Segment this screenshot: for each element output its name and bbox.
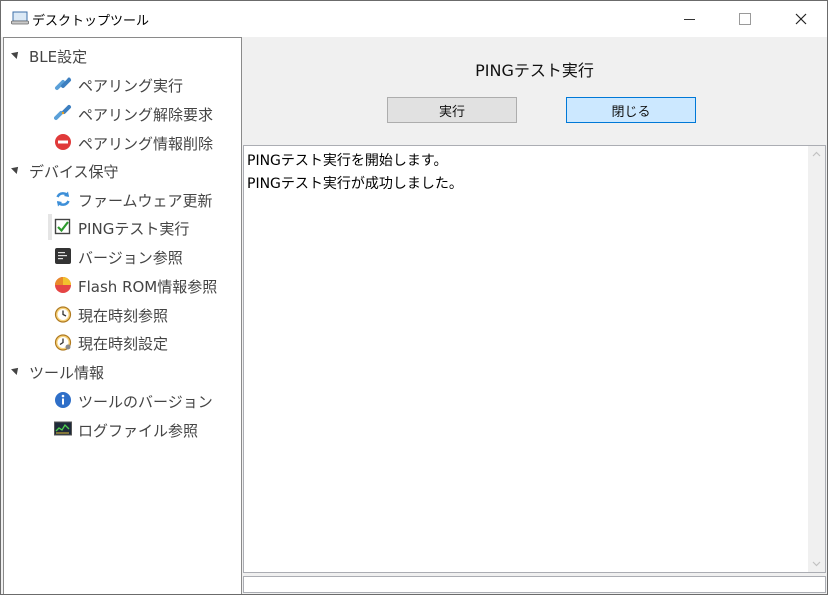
- status-strip: [243, 576, 826, 593]
- app-window: デスクトップツール BLE設定 ペアリング実行 ペアリング解除要求 ペアリング情…: [0, 0, 828, 595]
- info-icon: [55, 392, 71, 408]
- tree-item-log-file[interactable]: ログファイル参照: [48, 416, 198, 442]
- pie-chart-icon: [55, 277, 71, 293]
- minimize-icon: [683, 18, 695, 20]
- scroll-down-icon[interactable]: [808, 555, 825, 572]
- tree-item-label: ペアリング解除要求: [78, 106, 214, 124]
- close-panel-button[interactable]: 閉じる: [566, 97, 696, 123]
- tree-group-tool-info[interactable]: ツール情報: [4, 358, 241, 384]
- tree-item-label: 現在時刻設定: [78, 335, 169, 353]
- expand-arrow-icon[interactable]: [11, 365, 21, 375]
- tree-item-ping-test[interactable]: PINGテスト実行: [48, 214, 189, 240]
- log-output-area[interactable]: PINGテスト実行を開始します。 PINGテスト実行が成功しました。: [243, 145, 826, 573]
- terminal-icon: [55, 248, 71, 264]
- tree-item-delete-pairing[interactable]: ペアリング情報削除: [48, 129, 213, 155]
- clock-settings-icon: [54, 334, 72, 351]
- vertical-scrollbar[interactable]: [808, 146, 825, 572]
- log-line: PINGテスト実行を開始します。: [247, 153, 448, 169]
- tree-item-firmware-update[interactable]: ファームウェア更新: [48, 186, 213, 212]
- pairing-icon: [55, 77, 71, 90]
- main-panel: PINGテスト実行 実行 閉じる PINGテスト実行を開始します。 PINGテス…: [242, 37, 827, 594]
- tree-item-tool-version[interactable]: ツールのバージョン: [48, 387, 213, 413]
- close-icon: [795, 13, 807, 25]
- run-button[interactable]: 実行: [387, 97, 517, 123]
- tree-item-version-view[interactable]: バージョン参照: [48, 243, 183, 269]
- close-button[interactable]: [773, 1, 827, 37]
- tree-group-label: デバイス保守: [29, 163, 119, 181]
- tree-group-label: ツール情報: [29, 364, 105, 382]
- title-bar[interactable]: デスクトップツール: [1, 1, 827, 37]
- refresh-icon: [56, 191, 70, 207]
- maximize-icon: [739, 13, 751, 25]
- log-line: PINGテスト実行が成功しました。: [247, 176, 463, 192]
- tree-item-label: ペアリング情報削除: [78, 135, 214, 153]
- navigation-tree[interactable]: BLE設定 ペアリング実行 ペアリング解除要求 ペアリング情報削除 デバイス保守…: [3, 37, 242, 594]
- tree-item-unpair[interactable]: ペアリング解除要求: [48, 100, 213, 126]
- tree-item-pairing[interactable]: ペアリング実行: [48, 71, 183, 97]
- log-monitor-icon: [54, 421, 72, 436]
- tree-item-label: ファームウェア更新: [78, 192, 213, 210]
- tree-item-label: ログファイル参照: [78, 422, 199, 440]
- tree-item-time-set[interactable]: 現在時刻設定: [48, 329, 168, 355]
- scroll-up-icon[interactable]: [808, 146, 825, 163]
- clock-icon: [54, 306, 72, 323]
- maximize-button[interactable]: [717, 1, 773, 37]
- delete-icon: [55, 134, 71, 150]
- tree-item-flash-rom[interactable]: Flash ROM情報参照: [48, 272, 217, 298]
- tree-group-ble[interactable]: BLE設定: [4, 42, 241, 68]
- tree-item-label: PINGテスト実行: [78, 220, 190, 238]
- tree-item-label: ペアリング実行: [78, 77, 184, 95]
- page-title: PINGテスト実行: [475, 61, 594, 80]
- log-text: PINGテスト実行を開始します。 PINGテスト実行が成功しました。: [247, 150, 802, 196]
- tree-group-device[interactable]: デバイス保守: [4, 157, 241, 183]
- expand-arrow-icon[interactable]: [11, 164, 21, 174]
- window-title: デスクトップツール: [32, 14, 150, 29]
- tree-item-label: Flash ROM情報参照: [78, 278, 218, 296]
- laptop-icon: [11, 11, 29, 25]
- tree-item-time-view[interactable]: 現在時刻参照: [48, 301, 168, 327]
- tree-item-label: ツールのバージョン: [78, 393, 213, 411]
- tree-item-label: バージョン参照: [78, 249, 183, 267]
- unpair-icon: [54, 105, 71, 120]
- tree-item-label: 現在時刻参照: [78, 307, 169, 325]
- tree-group-label: BLE設定: [29, 48, 88, 66]
- expand-arrow-icon[interactable]: [11, 49, 21, 59]
- minimize-button[interactable]: [661, 1, 717, 37]
- checkbox-icon: [54, 218, 71, 235]
